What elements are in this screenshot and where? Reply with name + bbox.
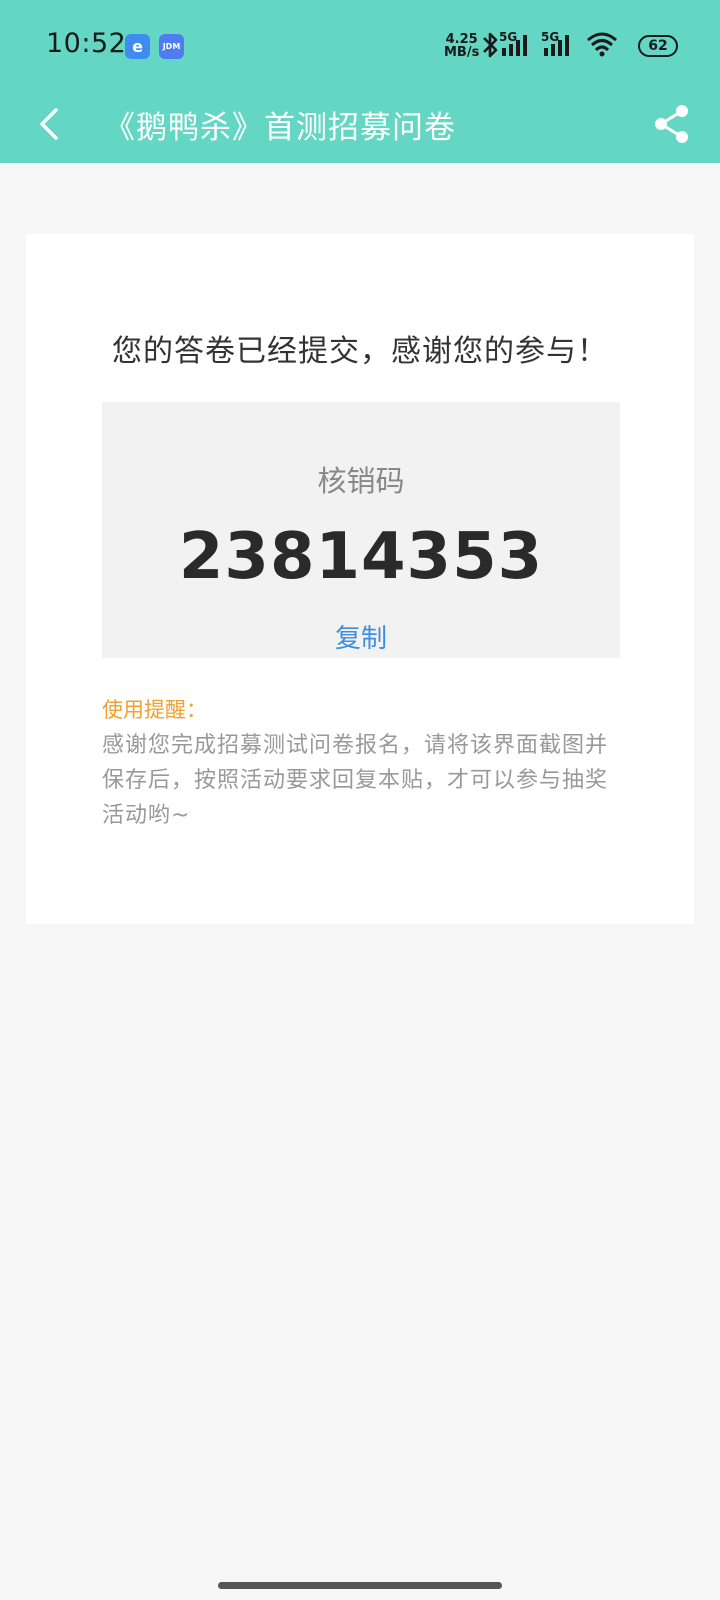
page-title: 《鹅鸭杀》首测招募问卷 (104, 110, 456, 146)
status-bar: 10:52 e JDM 4.25 MB/s 5G 5G 62 (0, 0, 720, 90)
nav-bar: 《鹅鸭杀》首测招募问卷 (0, 90, 720, 163)
bluetooth-icon (483, 32, 498, 58)
code-box: 核销码 23814353 复制 (102, 402, 620, 658)
network-speed-unit: MB/s (444, 45, 480, 60)
browser-app-icon: e (125, 34, 150, 59)
home-indicator[interactable] (218, 1582, 502, 1589)
wifi-icon (587, 32, 617, 57)
result-card: 您的答卷已经提交，感谢您的参与！ 核销码 23814353 复制 使用提醒： 感… (26, 234, 694, 924)
submitted-message: 您的答卷已经提交，感谢您的参与！ (112, 334, 608, 369)
jdm-app-icon: JDM (159, 34, 184, 59)
tip-body: 感谢您完成招募测试问卷报名，请将该界面截图并保存后，按照活动要求回复本贴，才可以… (102, 733, 609, 828)
back-arrow-icon[interactable] (34, 104, 70, 144)
signal-1-label: 5G (499, 30, 517, 44)
signal-2-label: 5G (541, 30, 559, 44)
copy-button[interactable]: 复制 (102, 618, 620, 655)
network-speed: 4.25 MB/s (444, 33, 479, 59)
code-value: 23814353 (178, 520, 544, 594)
share-icon[interactable] (652, 102, 692, 146)
battery-icon: 62 (638, 35, 678, 57)
status-time: 10:52 (46, 28, 127, 59)
code-label: 核销码 (317, 464, 405, 498)
status-icons: 5G 5G (483, 30, 617, 58)
tip-title: 使用提醒： (102, 698, 207, 722)
